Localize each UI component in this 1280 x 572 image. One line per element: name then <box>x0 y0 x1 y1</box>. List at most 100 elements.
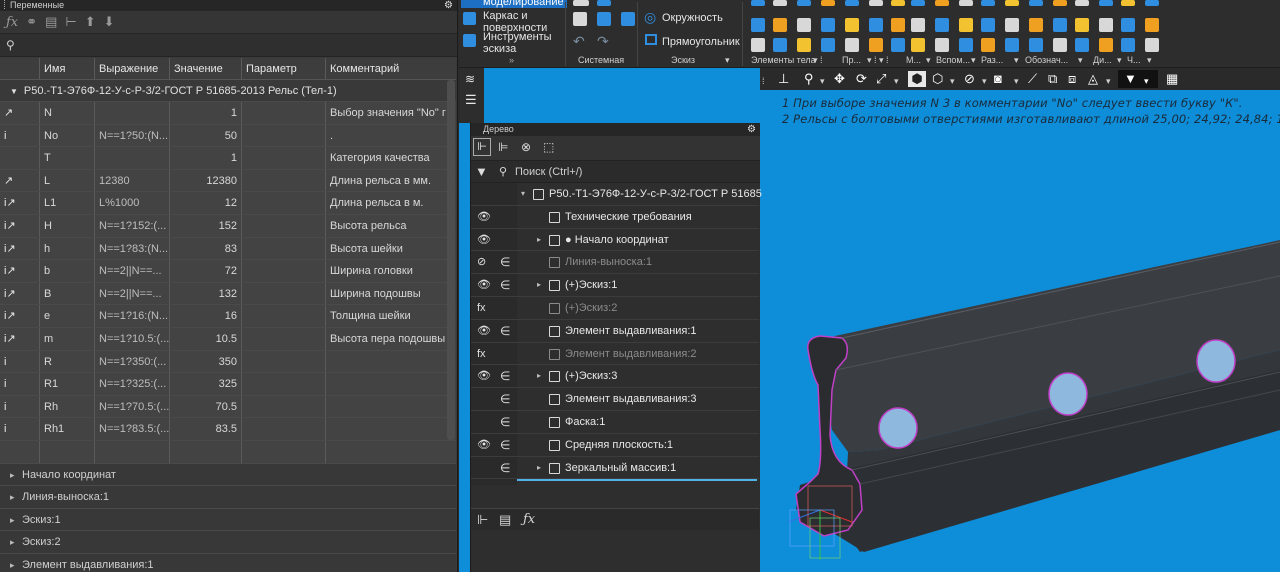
wireframe-dropdown-icon[interactable]: ▾ <box>950 73 955 89</box>
cell-expression[interactable]: N==1?83.5:(... <box>95 418 170 440</box>
expand-arrow-icon[interactable]: ▸ <box>537 457 541 479</box>
function-icon[interactable]: ƒx <box>6 15 18 30</box>
cell-value[interactable]: 1 <box>170 102 242 124</box>
cell-name[interactable]: T <box>40 147 95 169</box>
section-di-dropdown-icon[interactable]: ▾ <box>1117 55 1122 66</box>
tree-item[interactable]: 👁 Технические требования <box>471 206 759 229</box>
ribbon-tool-icon[interactable] <box>845 18 859 32</box>
cell-comment[interactable]: Ширина подошвы <box>326 283 456 305</box>
move-down-icon[interactable]: ⬇ <box>104 14 115 30</box>
visibility-icon[interactable]: fx <box>477 343 486 365</box>
coordinate-system-icon[interactable]: ⊥ <box>778 71 789 87</box>
camera-dropdown-icon[interactable]: ▾ <box>1014 73 1019 89</box>
cell-parameter[interactable] <box>242 282 326 305</box>
cell-name[interactable]: h <box>40 237 95 260</box>
sketch-tools-button[interactable]: Инструменты эскиза <box>483 31 552 55</box>
cell-expression[interactable] <box>95 147 170 169</box>
cell-value[interactable]: 16 <box>170 305 242 327</box>
section-view-icon[interactable]: ⟋ <box>1028 71 1037 87</box>
cell-name[interactable]: Rh <box>40 395 95 418</box>
section-m-label[interactable]: М... <box>906 55 921 66</box>
table-row[interactable]: i No N==1?50:(N... 50. <box>0 124 456 148</box>
cell-parameter[interactable] <box>242 260 326 282</box>
section-sketch-dropdown-icon[interactable]: ▾ <box>725 55 730 66</box>
visibility-icon[interactable]: ⊘ <box>477 251 486 273</box>
cell-expression[interactable]: N==1?83:(N... <box>95 237 170 260</box>
section-pr-label[interactable]: Пр... <box>842 55 861 66</box>
ribbon-tool-icon[interactable] <box>869 38 883 52</box>
tree-item[interactable]: 👁 ∈ ▸ (+)Эскиз:1 <box>471 274 759 297</box>
visibility-icon[interactable]: 👁 <box>477 229 491 251</box>
cell-value[interactable]: 50 <box>170 124 242 147</box>
ribbon-tool-icon[interactable] <box>935 38 949 52</box>
cell-expression[interactable]: N==1?70.5:(... <box>95 395 170 418</box>
cell-expression[interactable] <box>95 440 170 463</box>
section-raz-dropdown-icon[interactable]: ▾ <box>1014 55 1019 66</box>
ribbon-tool-icon[interactable] <box>1145 0 1159 6</box>
cell-expression[interactable]: N==1?50:(N... <box>95 124 170 147</box>
ribbon-tool-icon[interactable] <box>797 38 811 52</box>
gear-icon[interactable]: ⚙ <box>747 123 756 136</box>
cell-comment[interactable]: Длина рельса в мм. <box>326 170 456 192</box>
open-icon[interactable] <box>597 0 611 6</box>
cell-value[interactable]: 12380 <box>170 169 242 192</box>
cell-parameter[interactable] <box>242 373 326 395</box>
tree-view-icon[interactable]: ⊢ <box>65 14 76 30</box>
include-icon[interactable]: ∈ <box>500 388 510 410</box>
display-mode-dropdown-icon[interactable]: ▾ <box>1106 73 1111 89</box>
section-ch-label[interactable]: Ч... <box>1127 55 1141 66</box>
cell-expression[interactable]: N==1?10.5:(... <box>95 327 170 350</box>
table-row[interactable]: i↗ H N==1?152:(... 152 Высота рельса <box>0 214 456 238</box>
table-row[interactable]: T 1 Категория качества <box>0 147 456 170</box>
cell-comment[interactable]: Высота шейки <box>326 238 456 260</box>
ribbon-tool-icon[interactable] <box>751 38 765 52</box>
section-designations-label[interactable]: Обознач... <box>1025 55 1068 66</box>
cell-name[interactable]: B <box>40 282 95 305</box>
tab-modeling[interactable]: моделирование <box>461 0 567 8</box>
table-row[interactable]: ↗ N 1 Выбор значения "No" г <box>0 102 456 125</box>
3d-viewport[interactable]: 1 При выборе значения N 3 в комментарии … <box>760 90 1280 572</box>
cell-name[interactable]: N <box>40 102 95 124</box>
include-icon[interactable]: ∈ <box>500 274 510 296</box>
filter-button[interactable]: ▼ ▾ <box>1118 70 1158 88</box>
tree-item[interactable]: 👁 ∈ Средняя плоскость:1 <box>471 434 759 457</box>
ribbon-tool-icon[interactable] <box>891 0 905 6</box>
cell-name[interactable]: L1 <box>40 192 95 214</box>
properties-icon[interactable]: ▦ <box>1166 71 1178 87</box>
cell-comment[interactable]: Толщина шейки <box>326 305 456 327</box>
table-row[interactable]: i↗ e N==1?16:(N... 16 Толщина шейки <box>0 305 456 328</box>
cell-expression[interactable]: N==1?325:(... <box>95 373 170 395</box>
header-name[interactable]: Имя <box>40 58 95 79</box>
layers-icon[interactable]: ≋ <box>465 72 475 86</box>
cell-parameter[interactable] <box>242 169 326 192</box>
include-icon[interactable]: ∈ <box>500 365 510 387</box>
ribbon-tool-icon[interactable] <box>751 0 765 6</box>
cell-value[interactable]: 132 <box>170 282 242 305</box>
rectangle-button[interactable]: Прямоугольник <box>662 36 740 48</box>
link-icon[interactable]: ⚭ <box>26 14 37 30</box>
table-icon[interactable]: ▤ <box>45 14 57 30</box>
cell-value[interactable]: 152 <box>170 214 242 237</box>
section-raz-label[interactable]: Раз... <box>981 55 1003 66</box>
tree-item[interactable]: ⊘ ∈ Линия-выноска:1 <box>471 251 759 275</box>
cell-parameter[interactable] <box>242 440 326 463</box>
cell-value[interactable]: 83 <box>170 237 242 260</box>
cell-expression[interactable]: 12380 <box>95 169 170 192</box>
tree-item[interactable]: 👁 ∈ Элемент выдавливания:1 <box>471 320 759 343</box>
table-row[interactable]: i R1 N==1?325:(... 325 <box>0 373 456 396</box>
ribbon-tool-icon[interactable] <box>1145 18 1159 32</box>
cell-comment[interactable]: Категория качества <box>326 147 456 169</box>
ribbon-tool-icon[interactable] <box>911 18 925 32</box>
variables-search[interactable]: ⚲ <box>0 33 457 57</box>
cell-name[interactable]: H <box>40 214 95 237</box>
cell-name[interactable]: Rh1 <box>40 418 95 440</box>
table-row[interactable]: i↗ b N==2||N==... 72 Ширина головки <box>0 260 456 283</box>
ribbon-tool-icon[interactable] <box>821 38 835 52</box>
section-m-dropdown-icon[interactable]: ▾ <box>926 55 931 66</box>
ribbon-tool-icon[interactable] <box>1121 0 1135 6</box>
tree-item[interactable]: fx (+)Эскиз:2 <box>471 297 759 320</box>
ribbon-tool-icon[interactable] <box>935 18 949 32</box>
cell-parameter[interactable] <box>242 350 326 373</box>
header-value[interactable]: Значение <box>170 58 242 79</box>
ribbon-tool-icon[interactable] <box>935 0 949 6</box>
